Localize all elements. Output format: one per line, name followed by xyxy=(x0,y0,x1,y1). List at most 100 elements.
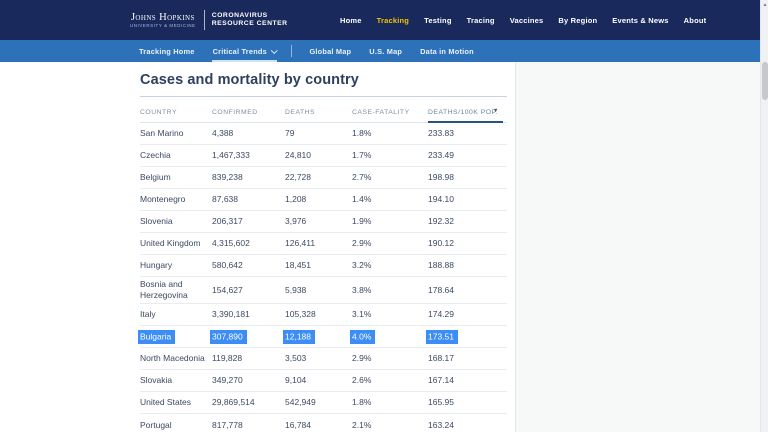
nav-item-vaccines[interactable]: Vaccines xyxy=(510,16,544,25)
cell-deaths-100k: 165.95 xyxy=(428,397,454,407)
cell-case-fatality: 4.0% xyxy=(350,329,428,344)
table-row: United States 29,869,514 542,949 1.8% 165.95 xyxy=(140,392,507,414)
cell-deaths: 22,728 xyxy=(285,172,311,182)
cell-deaths: 126,411 xyxy=(285,238,316,248)
subnav-item-global-map[interactable]: Global Map xyxy=(308,40,352,62)
page-background xyxy=(517,62,760,432)
cell-deaths: 12,188 xyxy=(283,329,352,344)
logo-brand-sub: UNIVERSITY & MEDICINE xyxy=(130,22,196,28)
column-header-confirmed[interactable]: CONFIRMED xyxy=(212,104,285,122)
column-header-deaths-100k[interactable]: DEATHS/100K POP. ▼ xyxy=(428,104,507,123)
tracking-subnav: Tracking Home Critical Trends Global Map… xyxy=(0,40,768,62)
site-header: Johns Hopkins UNIVERSITY & MEDICINE CORO… xyxy=(0,0,768,40)
cell-country: Hungary xyxy=(140,260,173,270)
cell-case-fatality: 3.2% xyxy=(352,260,372,270)
cell-country: Czechia xyxy=(140,150,171,160)
cell-deaths-100k: 190.12 xyxy=(428,238,454,248)
cell-confirmed: 817,778 xyxy=(212,419,243,430)
table-row: Belgium 839,238 22,728 2.7% 198.98 xyxy=(140,167,507,189)
column-header-case-fatality[interactable]: CASE-FATALITY xyxy=(352,104,428,122)
cell-deaths: 5,938 xyxy=(285,284,307,295)
logo-brand-main: Johns Hopkins xyxy=(130,11,195,23)
cell-deaths: 3,503 xyxy=(285,353,307,363)
cell-deaths-100k: 233.83 xyxy=(428,128,454,138)
cell-country: United Kingdom xyxy=(140,238,201,248)
cell-confirmed: 1,467,333 xyxy=(212,150,250,160)
table-row: Hungary 580,642 18,451 3.2% 188.88 xyxy=(140,255,507,277)
logo-divider xyxy=(203,10,205,30)
cell-deaths: 3,976 xyxy=(285,216,307,226)
cell-deaths: 1,208 xyxy=(285,194,307,204)
cell-case-fatality: 2.7% xyxy=(352,172,372,182)
nav-item-events-news[interactable]: Events & News xyxy=(612,16,668,25)
cell-deaths-100k: 233.49 xyxy=(428,150,454,160)
subnav-item-us-map[interactable]: U.S. Map xyxy=(368,40,403,62)
subnav-item-critical-trends[interactable]: Critical Trends xyxy=(211,40,278,62)
logo-site-line1: CORONAVIRUS xyxy=(211,11,268,19)
cell-confirmed: 154,627 xyxy=(212,284,243,295)
cell-case-fatality: 1.9% xyxy=(352,216,372,226)
cell-country: Italy xyxy=(140,309,156,319)
subnav-item-tracking-home[interactable]: Tracking Home xyxy=(138,40,196,62)
subnav-item-data-in-motion[interactable]: Data in Motion xyxy=(419,40,475,62)
subnav-label: Tracking Home xyxy=(139,46,195,56)
nav-item-about[interactable]: About xyxy=(684,16,707,25)
table-row: San Marino 4,388 79 1.8% 233.83 xyxy=(140,123,507,145)
table-header-row: COUNTRY CONFIRMED DEATHS CASE-FATALITY D… xyxy=(140,104,507,123)
nav-item-home[interactable]: Home xyxy=(340,16,362,25)
cell-confirmed: 349,270 xyxy=(212,375,243,385)
nav-item-testing[interactable]: Testing xyxy=(424,16,452,25)
cell-deaths: 105,328 xyxy=(285,309,316,319)
table-row: Bulgaria 307,890 12,188 4.0% 173.51 xyxy=(138,326,507,348)
cell-confirmed: 580,642 xyxy=(212,260,243,270)
cell-case-fatality: 1.8% xyxy=(352,397,372,407)
scrollbar-up-arrow-icon[interactable]: ▲ xyxy=(761,1,768,9)
cell-deaths: 542,949 xyxy=(285,397,316,407)
cell-country: Slovenia xyxy=(140,216,173,226)
cell-case-fatality: 1.7% xyxy=(352,150,372,160)
column-header-deaths[interactable]: DEATHS xyxy=(285,104,352,122)
cell-country: Belgium xyxy=(140,172,171,182)
scrollbar[interactable]: ▲ xyxy=(760,0,768,432)
cell-country: Portugal xyxy=(140,419,172,430)
scrollbar-thumb[interactable] xyxy=(762,62,768,100)
nav-item-tracking[interactable]: Tracking xyxy=(377,16,409,25)
table-body: San Marino 4,388 79 1.8% 233.83 Czechia 1,467,… xyxy=(138,123,507,432)
table-row: Montenegro 87,638 1,208 1.4% 194.10 xyxy=(140,189,507,211)
main-content: Cases and mortality by country COUNTRY C… xyxy=(0,62,516,432)
cell-case-fatality: 1.8% xyxy=(352,128,372,138)
cell-deaths-100k: 163.24 xyxy=(428,419,454,430)
subnav-label: Critical Trends xyxy=(212,46,267,56)
nav-item-by-region[interactable]: By Region xyxy=(558,16,597,25)
cell-deaths: 79 xyxy=(285,128,295,138)
column-header-country[interactable]: COUNTRY xyxy=(140,104,212,122)
cell-deaths-100k: 173.51 xyxy=(426,329,507,344)
primary-nav: Home Tracking Testing Tracing Vaccines B… xyxy=(340,0,706,40)
page-title: Cases and mortality by country xyxy=(140,72,359,88)
cell-deaths: 16,784 xyxy=(285,419,311,430)
cases-mortality-table: COUNTRY CONFIRMED DEATHS CASE-FATALITY D… xyxy=(138,104,507,432)
column-header-label: DEATHS/100K POP. xyxy=(428,109,499,116)
chevron-down-icon xyxy=(271,46,278,54)
logo-site-line2: RESOURCE CENTER xyxy=(211,20,288,27)
cell-deaths-100k: 178.64 xyxy=(428,284,454,295)
table-row: Slovakia 349,270 9,104 2.6% 167.14 xyxy=(140,370,507,392)
cell-deaths-100k: 198.98 xyxy=(428,172,454,182)
cell-case-fatality: 1.4% xyxy=(352,194,372,204)
table-row: Portugal 817,778 16,784 2.1% 163.24 xyxy=(140,414,507,432)
cell-confirmed: 119,828 xyxy=(212,353,243,363)
johns-hopkins-logo: Johns Hopkins UNIVERSITY & MEDICINE xyxy=(130,12,196,29)
cell-country: San Marino xyxy=(140,128,184,138)
table-row: United Kingdom 4,315,602 126,411 2.9% 190.12 xyxy=(140,233,507,255)
title-divider xyxy=(140,96,507,97)
site-logo[interactable]: Johns Hopkins UNIVERSITY & MEDICINE CORO… xyxy=(130,10,288,30)
cell-case-fatality: 3.1% xyxy=(352,309,372,319)
cell-confirmed: 4,315,602 xyxy=(212,238,250,248)
cell-deaths-100k: 194.10 xyxy=(428,194,454,204)
cell-country: Bosnia and Herzegovina xyxy=(140,279,188,300)
cell-deaths: 9,104 xyxy=(285,375,307,385)
cell-country: Montenegro xyxy=(140,194,186,204)
cell-deaths-100k: 192.32 xyxy=(428,216,454,226)
nav-item-tracing[interactable]: Tracing xyxy=(467,16,495,25)
sort-dropdown-icon[interactable]: ▼ xyxy=(493,108,499,114)
